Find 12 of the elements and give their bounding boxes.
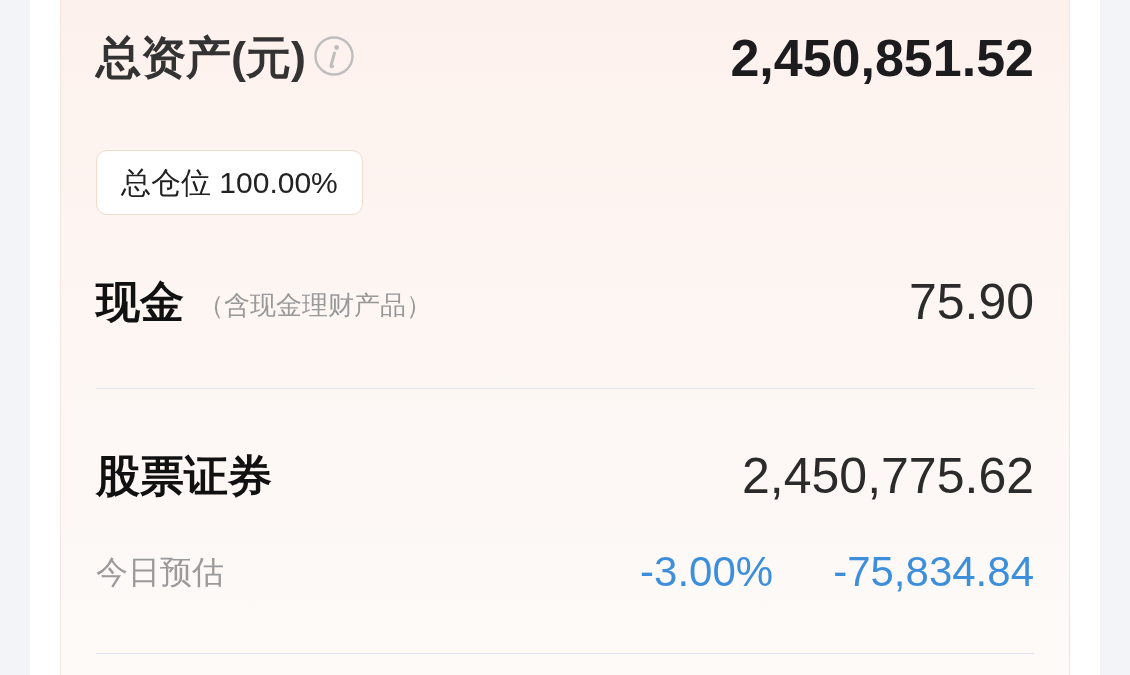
section-title: 现金 — [96, 276, 184, 328]
info-icon[interactable] — [314, 36, 354, 76]
total-assets-label: 总资产(元) — [96, 32, 306, 84]
estimate-amount: -75,834.84 — [833, 547, 1034, 597]
estimate-percent: -3.00% — [640, 547, 774, 597]
section-amount: 75.90 — [908, 273, 1034, 332]
section-amount: 2,450,775.62 — [742, 447, 1034, 506]
position-tag: 总仓位 100.00% — [96, 150, 363, 215]
estimate-label: 今日预估 — [96, 553, 224, 592]
total-assets-value: 2,450,851.52 — [730, 32, 1034, 84]
section-title: 股票证券 — [96, 450, 272, 502]
section-note: （含现金理财产品） — [198, 289, 432, 322]
